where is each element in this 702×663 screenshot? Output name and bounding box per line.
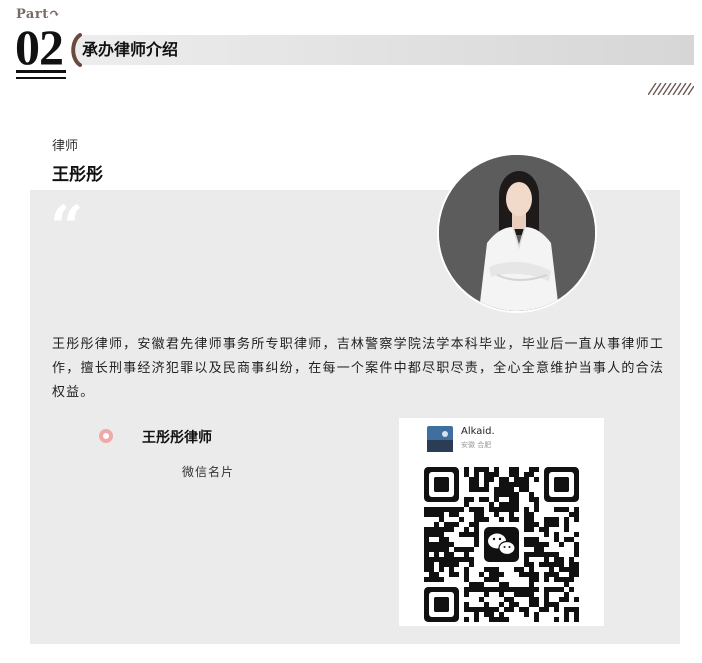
qr-finder-bottom-left [424, 587, 459, 622]
qr-finder-top-left [424, 467, 459, 502]
number-underline-second [16, 77, 66, 79]
bracket-accent-icon [71, 33, 82, 67]
wechat-avatar [427, 426, 453, 452]
lawyer-description: 王彤彤律师，安徽君先律师事务所专职律师，吉林警察学院法学本科毕业，毕业后一直从事… [52, 337, 664, 400]
quote-mark-icon: “ [50, 193, 84, 261]
number-underline [16, 70, 66, 73]
qr-code[interactable] [424, 467, 579, 622]
contact-card-name: 王彤彤律师 [142, 430, 212, 446]
wechat-username: Alkaid. [461, 426, 495, 437]
lawyer-photo [437, 153, 597, 313]
contact-card-subtitle: 微信名片 [182, 465, 235, 479]
qr-finder-top-right [544, 467, 579, 502]
lawyer-name: 王彤彤 [52, 165, 103, 185]
part-number: 02 [15, 19, 64, 75]
section-title: 承办律师介绍 [82, 40, 179, 59]
diagonal-stripes-decoration [648, 83, 694, 95]
lawyer-role: 律师 [52, 139, 79, 154]
bullet-dot-icon [99, 429, 113, 443]
wechat-location: 安徽 合肥 [461, 441, 492, 449]
wechat-logo-icon [481, 524, 522, 565]
